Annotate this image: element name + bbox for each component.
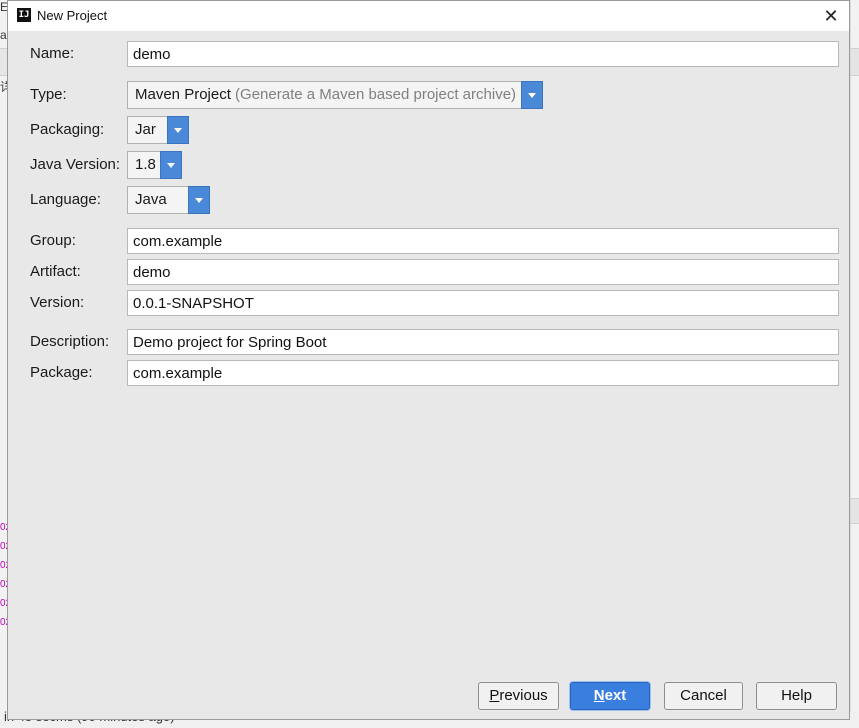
- java-version-label: Java Version:: [30, 156, 121, 173]
- description-field[interactable]: [127, 329, 839, 355]
- package-field[interactable]: [127, 360, 839, 386]
- next-button[interactable]: Next: [570, 682, 650, 710]
- language-select[interactable]: Java: [127, 186, 210, 214]
- package-label: Package:: [30, 364, 93, 381]
- type-hint: (Generate a Maven based project archive): [235, 86, 517, 103]
- chevron-down-icon[interactable]: [521, 81, 543, 109]
- type-select[interactable]: Maven Project (Generate a Maven based pr…: [127, 81, 543, 109]
- previous-button[interactable]: Previous: [478, 682, 559, 710]
- packaging-label: Packaging:: [30, 121, 105, 138]
- name-field[interactable]: [127, 41, 839, 67]
- chevron-down-icon[interactable]: [188, 186, 210, 214]
- help-button[interactable]: Help: [756, 682, 837, 710]
- artifact-label: Artifact:: [30, 263, 81, 280]
- title-bar: IJ New Project ✕: [8, 1, 849, 31]
- name-label: Name:: [30, 45, 75, 62]
- type-value: Maven Project: [135, 86, 231, 103]
- description-label: Description:: [30, 333, 110, 350]
- group-field[interactable]: [127, 228, 839, 254]
- cancel-button[interactable]: Cancel: [664, 682, 743, 710]
- chevron-down-icon[interactable]: [160, 151, 182, 179]
- version-field[interactable]: [127, 290, 839, 316]
- language-value: Java: [135, 191, 167, 208]
- java-version-select[interactable]: 1.8: [127, 151, 182, 179]
- java-version-value: 1.8: [135, 156, 156, 173]
- new-project-dialog: IJ New Project ✕ Name: Type: Maven Proje…: [7, 0, 850, 720]
- packaging-select[interactable]: Jar: [127, 116, 189, 144]
- artifact-field[interactable]: [127, 259, 839, 285]
- packaging-value: Jar: [135, 121, 156, 138]
- chevron-down-icon[interactable]: [167, 116, 189, 144]
- type-label: Type:: [30, 86, 67, 103]
- language-label: Language:: [30, 191, 101, 208]
- close-icon[interactable]: ✕: [821, 6, 841, 26]
- intellij-icon: IJ: [17, 8, 31, 22]
- background-ide-right: [851, 0, 859, 728]
- version-label: Version:: [30, 294, 85, 311]
- dialog-title: New Project: [37, 8, 108, 23]
- group-label: Group:: [30, 232, 76, 249]
